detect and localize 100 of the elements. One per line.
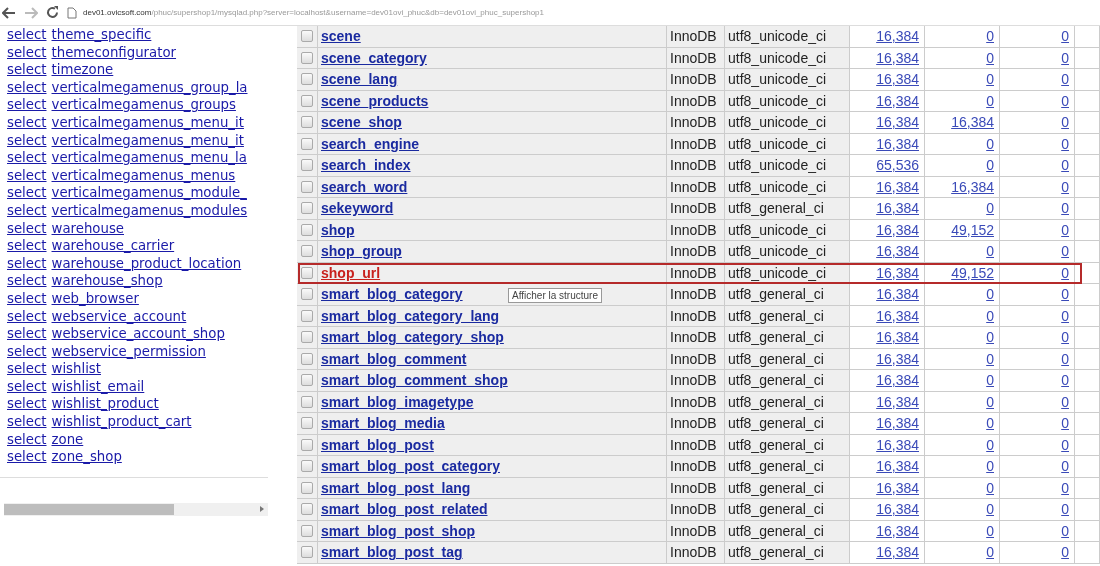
- select-link[interactable]: select: [7, 113, 47, 132]
- size-link[interactable]: 16,384: [876, 393, 919, 410]
- select-link[interactable]: select: [7, 61, 47, 79]
- table-link[interactable]: web_browser: [51, 289, 139, 308]
- table-link[interactable]: wishlist_product: [51, 395, 159, 414]
- size-link[interactable]: 0: [986, 243, 994, 260]
- size-link[interactable]: 0: [1061, 286, 1069, 303]
- table-link[interactable]: themeconfigurator: [51, 43, 177, 62]
- select-link[interactable]: select: [7, 360, 47, 378]
- select-link[interactable]: select: [7, 342, 47, 361]
- size-link[interactable]: 16,384: [876, 329, 919, 346]
- table-link[interactable]: webservice_permission: [51, 342, 206, 361]
- select-link[interactable]: select: [7, 237, 47, 255]
- select-link[interactable]: select: [7, 43, 47, 62]
- size-link[interactable]: 0: [986, 350, 994, 367]
- size-link[interactable]: 16,384: [876, 458, 919, 475]
- size-link[interactable]: 16,384: [876, 350, 919, 367]
- size-link[interactable]: 0: [1061, 135, 1069, 152]
- table-name-link[interactable]: scene_lang: [321, 71, 398, 88]
- table-link[interactable]: theme_specific: [51, 26, 152, 44]
- size-link[interactable]: 16,384: [876, 49, 919, 66]
- size-link[interactable]: 16,384: [876, 501, 919, 518]
- size-link[interactable]: 0: [986, 157, 994, 174]
- size-link[interactable]: 0: [1061, 71, 1069, 88]
- size-link[interactable]: 0: [1061, 243, 1069, 260]
- size-link[interactable]: 0: [1061, 221, 1069, 238]
- size-link[interactable]: 0: [986, 92, 994, 109]
- select-link[interactable]: select: [7, 201, 47, 220]
- select-link[interactable]: select: [7, 448, 47, 466]
- size-link[interactable]: 0: [1061, 307, 1069, 324]
- select-link[interactable]: select: [7, 149, 47, 167]
- table-link[interactable]: warehouse_product_location: [51, 254, 242, 273]
- table-name-link[interactable]: scene: [321, 28, 361, 45]
- table-link[interactable]: warehouse_shop: [51, 272, 163, 290]
- size-link[interactable]: 0: [986, 393, 994, 410]
- url-field[interactable]: dev01.ovicsoft.com/phuc/supershop1/mysqlad.php?server=localhost&username=dev01ovi_phuc&db=dev01ovi_phuc_supershop1: [67, 6, 544, 19]
- size-link[interactable]: 16,384: [876, 28, 919, 45]
- table-link[interactable]: warehouse_carrier: [51, 237, 175, 255]
- size-link[interactable]: 0: [1061, 200, 1069, 217]
- size-link[interactable]: 0: [1061, 178, 1069, 195]
- table-link[interactable]: zone: [51, 430, 84, 449]
- table-link[interactable]: verticalmegamenus_menu_it: [51, 113, 244, 132]
- select-link[interactable]: select: [7, 131, 47, 150]
- size-link[interactable]: 0: [986, 436, 994, 453]
- select-link[interactable]: select: [7, 254, 47, 273]
- select-link[interactable]: select: [7, 219, 47, 238]
- size-link[interactable]: 0: [986, 307, 994, 324]
- size-link[interactable]: 0: [986, 522, 994, 539]
- size-link[interactable]: 16,384: [876, 544, 919, 561]
- table-link[interactable]: verticalmegamenus_menu_la: [51, 149, 247, 167]
- size-link[interactable]: 0: [986, 329, 994, 346]
- size-link[interactable]: 16,384: [876, 243, 919, 260]
- size-link[interactable]: 0: [986, 71, 994, 88]
- table-link[interactable]: wishlist_email: [51, 377, 145, 396]
- table-link[interactable]: webservice_account_shop: [51, 325, 225, 343]
- size-link[interactable]: 0: [1061, 436, 1069, 453]
- size-link[interactable]: 0: [986, 479, 994, 496]
- size-link[interactable]: 16,384: [876, 436, 919, 453]
- size-link[interactable]: 0: [986, 415, 994, 432]
- select-link[interactable]: select: [7, 377, 47, 396]
- select-link[interactable]: select: [7, 26, 47, 44]
- select-link[interactable]: select: [7, 78, 47, 97]
- table-link[interactable]: verticalmegamenus_group_la: [51, 78, 248, 97]
- size-link[interactable]: 0: [1061, 415, 1069, 432]
- size-link[interactable]: 16,384: [876, 522, 919, 539]
- size-link[interactable]: 0: [986, 372, 994, 389]
- table-link[interactable]: verticalmegamenus_modules: [51, 201, 248, 220]
- size-link[interactable]: 0: [1061, 28, 1069, 45]
- size-link[interactable]: 0: [1061, 49, 1069, 66]
- select-link[interactable]: select: [7, 166, 47, 185]
- size-link[interactable]: 16,384: [876, 135, 919, 152]
- size-link[interactable]: 0: [1061, 350, 1069, 367]
- select-link[interactable]: select: [7, 96, 47, 114]
- table-name-link[interactable]: search_index: [321, 157, 411, 174]
- select-link[interactable]: select: [7, 272, 47, 290]
- size-link[interactable]: 0: [986, 200, 994, 217]
- table-link[interactable]: wishlist_product_cart: [51, 413, 192, 431]
- size-link[interactable]: 0: [986, 135, 994, 152]
- size-link[interactable]: 16,384: [876, 221, 919, 238]
- select-link[interactable]: select: [7, 430, 47, 449]
- size-link[interactable]: 0: [1061, 479, 1069, 496]
- table-name-link[interactable]: sekeyword: [321, 200, 394, 217]
- size-link[interactable]: 49,152: [951, 264, 994, 281]
- size-link[interactable]: 0: [1061, 522, 1069, 539]
- size-link[interactable]: 0: [1061, 501, 1069, 518]
- select-link[interactable]: select: [7, 413, 47, 431]
- size-link[interactable]: 0: [986, 544, 994, 561]
- select-link[interactable]: select: [7, 289, 47, 308]
- size-link[interactable]: 16,384: [951, 178, 994, 195]
- size-link[interactable]: 16,384: [951, 114, 994, 131]
- size-link[interactable]: 16,384: [876, 286, 919, 303]
- size-link[interactable]: 0: [1061, 544, 1069, 561]
- table-name-link[interactable]: shop: [321, 221, 355, 238]
- size-link[interactable]: 16,384: [876, 71, 919, 88]
- size-link[interactable]: 0: [986, 286, 994, 303]
- size-link[interactable]: 16,384: [876, 114, 919, 131]
- size-link[interactable]: 0: [986, 458, 994, 475]
- table-name-link[interactable]: search_word: [321, 178, 408, 195]
- size-link[interactable]: 16,384: [876, 415, 919, 432]
- size-link[interactable]: 49,152: [951, 221, 994, 238]
